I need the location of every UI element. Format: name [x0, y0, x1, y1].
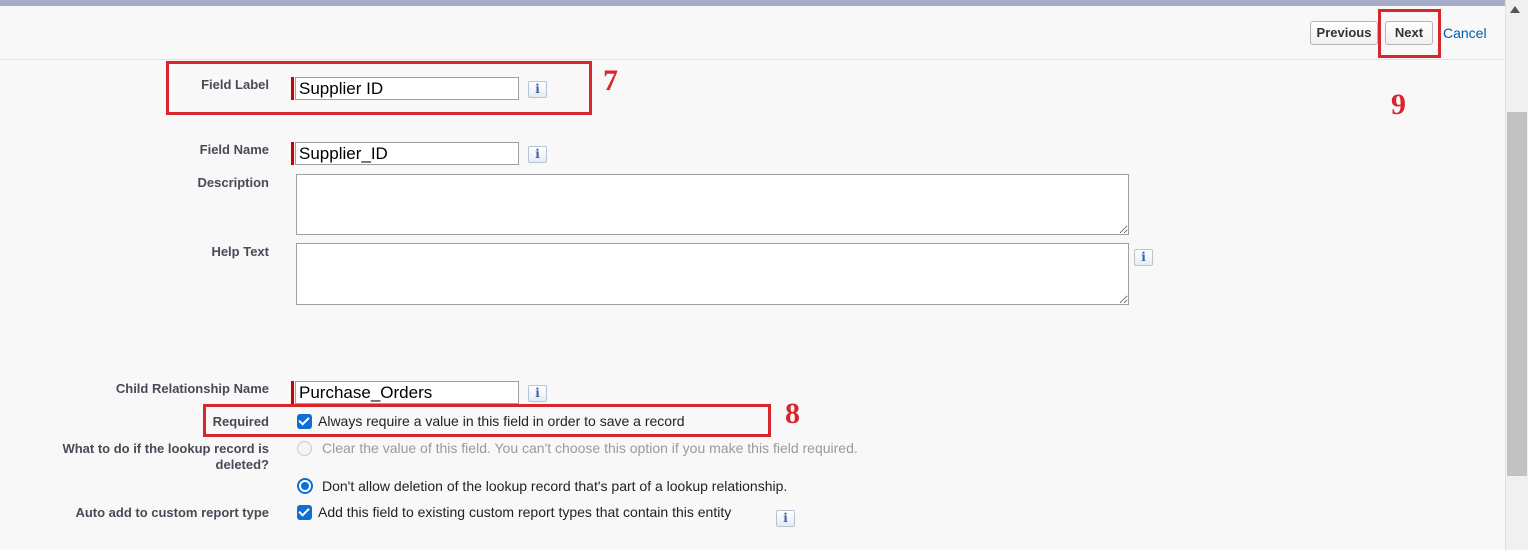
annotation-number-7: 7 — [603, 64, 618, 97]
annotation-box-8 — [203, 404, 771, 437]
auto-add-label: Auto add to custom report type — [75, 505, 269, 520]
option-clear-value-text: Clear the value of this field. You can't… — [322, 440, 858, 456]
option-dont-allow-text: Don't allow deletion of the lookup recor… — [322, 478, 788, 494]
auto-add-checkbox-text: Add this field to existing custom report… — [318, 504, 732, 520]
required-indicator — [291, 142, 294, 165]
info-icon[interactable]: i — [1134, 249, 1153, 266]
annotation-number-8: 8 — [785, 397, 800, 430]
lookup-deleted-label: What to do if the lookup record is delet… — [9, 441, 269, 473]
lookup-deleted-label-line2: deleted? — [215, 457, 269, 472]
description-label: Description — [197, 175, 269, 190]
annotation-number-9: 9 — [1391, 88, 1406, 121]
scrollbar-thumb[interactable] — [1507, 112, 1527, 476]
info-icon[interactable]: i — [528, 146, 547, 163]
help-text-label: Help Text — [211, 244, 269, 259]
previous-button[interactable]: Previous — [1310, 21, 1378, 45]
radio-clear-value[interactable] — [297, 441, 312, 456]
field-name-label: Field Name — [199, 142, 269, 157]
auto-add-checkbox[interactable] — [297, 505, 312, 520]
annotation-box-7 — [166, 61, 592, 115]
button-bar — [0, 6, 1505, 60]
field-name-input[interactable] — [295, 142, 519, 165]
description-textarea[interactable] — [296, 174, 1129, 235]
info-icon[interactable]: i — [528, 385, 547, 402]
scroll-up-icon[interactable] — [1510, 6, 1520, 13]
annotation-box-9 — [1378, 9, 1441, 58]
child-relationship-label: Child Relationship Name — [115, 381, 269, 396]
child-relationship-input[interactable] — [295, 381, 519, 404]
help-text-textarea[interactable] — [296, 243, 1129, 305]
info-icon[interactable]: i — [776, 510, 795, 527]
lookup-deleted-label-line1: What to do if the lookup record is — [62, 441, 269, 456]
radio-dont-allow-deletion[interactable] — [297, 478, 313, 494]
cancel-link[interactable]: Cancel — [1443, 25, 1487, 41]
required-indicator — [291, 381, 294, 404]
